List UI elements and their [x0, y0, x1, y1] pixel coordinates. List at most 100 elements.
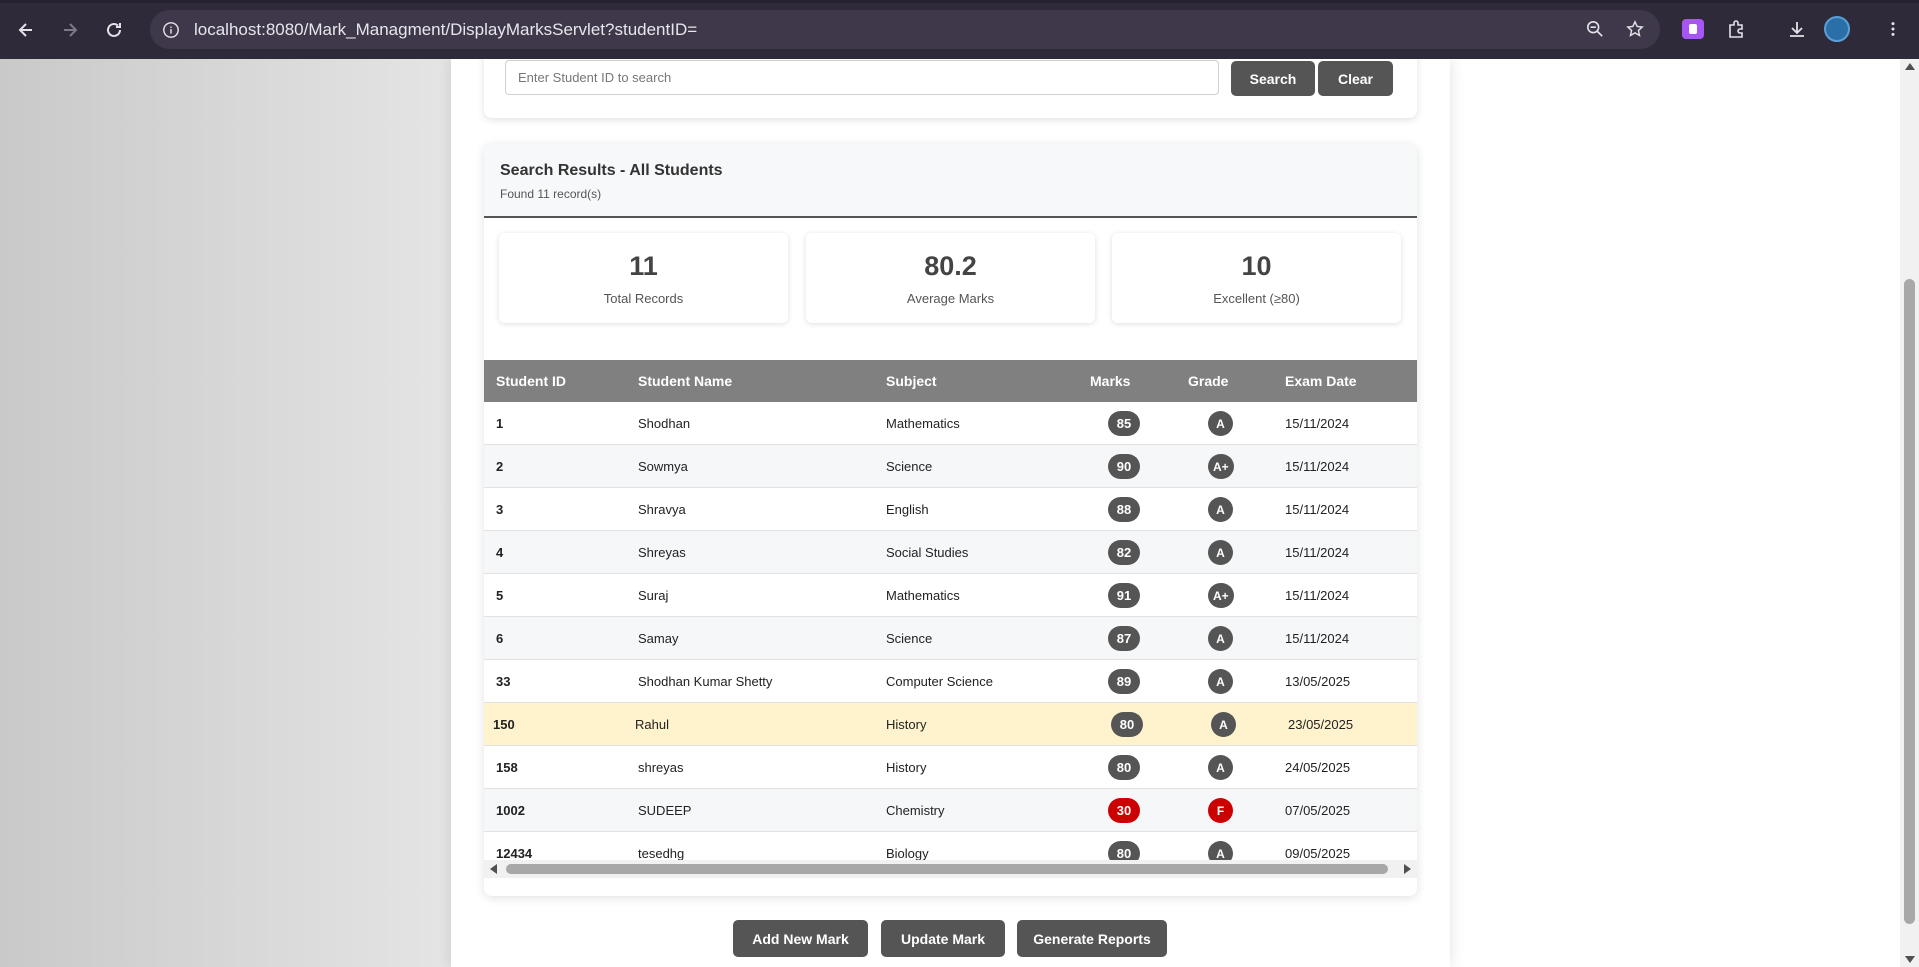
site-info-icon[interactable] — [160, 19, 182, 41]
cell-exam-date: 13/05/2025 — [1285, 674, 1351, 689]
stat-label: Total Records — [603, 291, 684, 306]
update-mark-button[interactable]: Update Mark — [881, 920, 1005, 957]
cell-student-name: shreyas — [638, 760, 684, 775]
grade-badge: A — [1208, 540, 1233, 565]
cell-exam-date: 15/11/2024 — [1285, 588, 1350, 603]
marks-badge: 90 — [1108, 454, 1140, 479]
results-count: Found 11 record(s) — [500, 187, 602, 201]
grade-badge: A — [1208, 669, 1233, 694]
cell-student-id: 150 — [493, 717, 515, 732]
table-row: 150 Rahul History 80 A 23/05/2025 — [484, 703, 1417, 746]
stat-label: Excellent (≥80) — [1213, 291, 1300, 306]
cell-subject: Mathematics — [886, 588, 960, 603]
header-subject: Subject — [886, 373, 937, 389]
horizontal-scrollbar[interactable] — [484, 860, 1417, 878]
generate-reports-button[interactable]: Generate Reports — [1017, 920, 1167, 957]
grade-badge: A+ — [1208, 583, 1234, 608]
browser-toolbar: localhost:8080/Mark_Managment/DisplayMar… — [0, 0, 1919, 59]
add-new-mark-button[interactable]: Add New Mark — [733, 920, 868, 957]
table-row: 6 Samay Science 87 A 15/11/2024 — [484, 617, 1417, 660]
header-grade: Grade — [1188, 373, 1229, 389]
cell-student-name: tesedhg — [638, 846, 685, 861]
search-button[interactable]: Search — [1231, 61, 1315, 96]
cell-student-id: 2 — [496, 459, 504, 474]
profile-avatar[interactable] — [1822, 14, 1852, 44]
marks-badge: 85 — [1108, 411, 1140, 436]
cell-student-id: 6 — [496, 631, 504, 646]
grade-badge: A+ — [1208, 454, 1234, 479]
menu-dots-icon[interactable] — [1878, 14, 1908, 44]
header-exam-date: Exam Date — [1285, 373, 1357, 389]
vertical-scrollbar[interactable] — [1900, 59, 1919, 967]
marks-badge: 80 — [1108, 755, 1140, 780]
scroll-down-arrow-icon[interactable] — [1905, 956, 1915, 963]
cell-student-name: Suraj — [638, 588, 669, 603]
grade-badge: A — [1211, 712, 1236, 737]
stat-value: 80.2 — [924, 251, 977, 281]
cell-exam-date: 24/05/2025 — [1285, 760, 1351, 775]
cell-subject: Mathematics — [886, 416, 960, 431]
cell-subject: Biology — [886, 846, 929, 861]
scroll-left-arrow-icon[interactable] — [490, 864, 497, 874]
cell-subject: Science — [886, 459, 933, 474]
forward-button[interactable] — [52, 12, 88, 48]
cell-subject: History — [886, 717, 927, 732]
table-body: 1 Shodhan Mathematics 85 A 15/11/2024 2 Sowmya S… — [484, 402, 1417, 875]
student-id-search-input[interactable] — [505, 60, 1219, 95]
cell-exam-date: 15/11/2024 — [1285, 416, 1350, 431]
stat-value: 10 — [1241, 251, 1272, 281]
cell-subject: Social Studies — [886, 545, 969, 560]
scrollbar-thumb[interactable] — [1904, 279, 1915, 924]
cell-subject: English — [886, 502, 929, 517]
scrollbar-thumb[interactable] — [506, 864, 1388, 874]
cell-subject: Chemistry — [886, 803, 945, 818]
marks-badge: 30 — [1108, 798, 1140, 823]
extensions-puzzle-icon[interactable] — [1722, 14, 1752, 44]
download-icon[interactable] — [1782, 14, 1812, 44]
cell-student-name: Shodhan Kumar Shetty — [638, 674, 773, 689]
table-row: 5 Suraj Mathematics 91 A+ 15/11/2024 — [484, 574, 1417, 617]
reload-button[interactable] — [96, 12, 132, 48]
cell-exam-date: 15/11/2024 — [1285, 502, 1350, 517]
header-marks: Marks — [1090, 373, 1131, 389]
table-row: 2 Sowmya Science 90 A+ 15/11/2024 — [484, 445, 1417, 488]
table-row: 3 Shravya English 88 A 15/11/2024 — [484, 488, 1417, 531]
table-row: 158 shreyas History 80 A 24/05/2025 — [484, 746, 1417, 789]
scroll-up-arrow-icon[interactable] — [1905, 63, 1915, 70]
cell-subject: History — [886, 760, 927, 775]
clear-button[interactable]: Clear — [1318, 61, 1393, 96]
cell-student-id: 12434 — [496, 846, 533, 861]
cell-student-name: Shravya — [638, 502, 686, 517]
bookmark-star-icon[interactable] — [1624, 18, 1646, 40]
marks-badge: 87 — [1108, 626, 1140, 651]
cell-exam-date: 15/11/2024 — [1285, 459, 1350, 474]
cell-student-id: 3 — [496, 502, 504, 517]
address-bar[interactable]: localhost:8080/Mark_Managment/DisplayMar… — [150, 10, 1660, 49]
arrow-right-icon — [64, 22, 78, 37]
url-text: localhost:8080/Mark_Managment/DisplayMar… — [194, 19, 698, 39]
cell-student-name: Shodhan — [638, 416, 691, 431]
results-card: Search Results - All Students Found 11 r… — [484, 144, 1417, 896]
table-row: 1002 SUDEEP Chemistry 30 F 07/05/2025 — [484, 789, 1417, 832]
cell-subject: Computer Science — [886, 674, 993, 689]
marks-table: Student ID Student Name Subject Marks Gr… — [484, 360, 1417, 875]
stat-value: 11 — [629, 251, 658, 281]
cell-student-name: SUDEEP — [638, 803, 692, 818]
cell-student-name: Rahul — [635, 717, 669, 732]
header-student-name: Student Name — [638, 373, 733, 389]
cell-student-id: 1 — [496, 416, 504, 431]
reload-icon — [107, 22, 121, 37]
scroll-right-arrow-icon[interactable] — [1404, 864, 1411, 874]
grade-badge: F — [1208, 798, 1233, 823]
cell-student-id: 5 — [496, 588, 504, 603]
arrow-left-icon — [18, 22, 32, 37]
cell-exam-date: 15/11/2024 — [1285, 545, 1350, 560]
search-card: Search Clear — [484, 59, 1417, 118]
results-title: Search Results - All Students — [500, 162, 723, 179]
stat-average-marks: 80.2 Average Marks — [806, 233, 1095, 323]
extension-purple-icon[interactable] — [1678, 14, 1708, 44]
zoom-icon[interactable] — [1584, 18, 1606, 40]
back-button[interactable] — [8, 12, 44, 48]
cell-student-id: 1002 — [496, 803, 525, 818]
cell-exam-date: 07/05/2025 — [1285, 803, 1351, 818]
